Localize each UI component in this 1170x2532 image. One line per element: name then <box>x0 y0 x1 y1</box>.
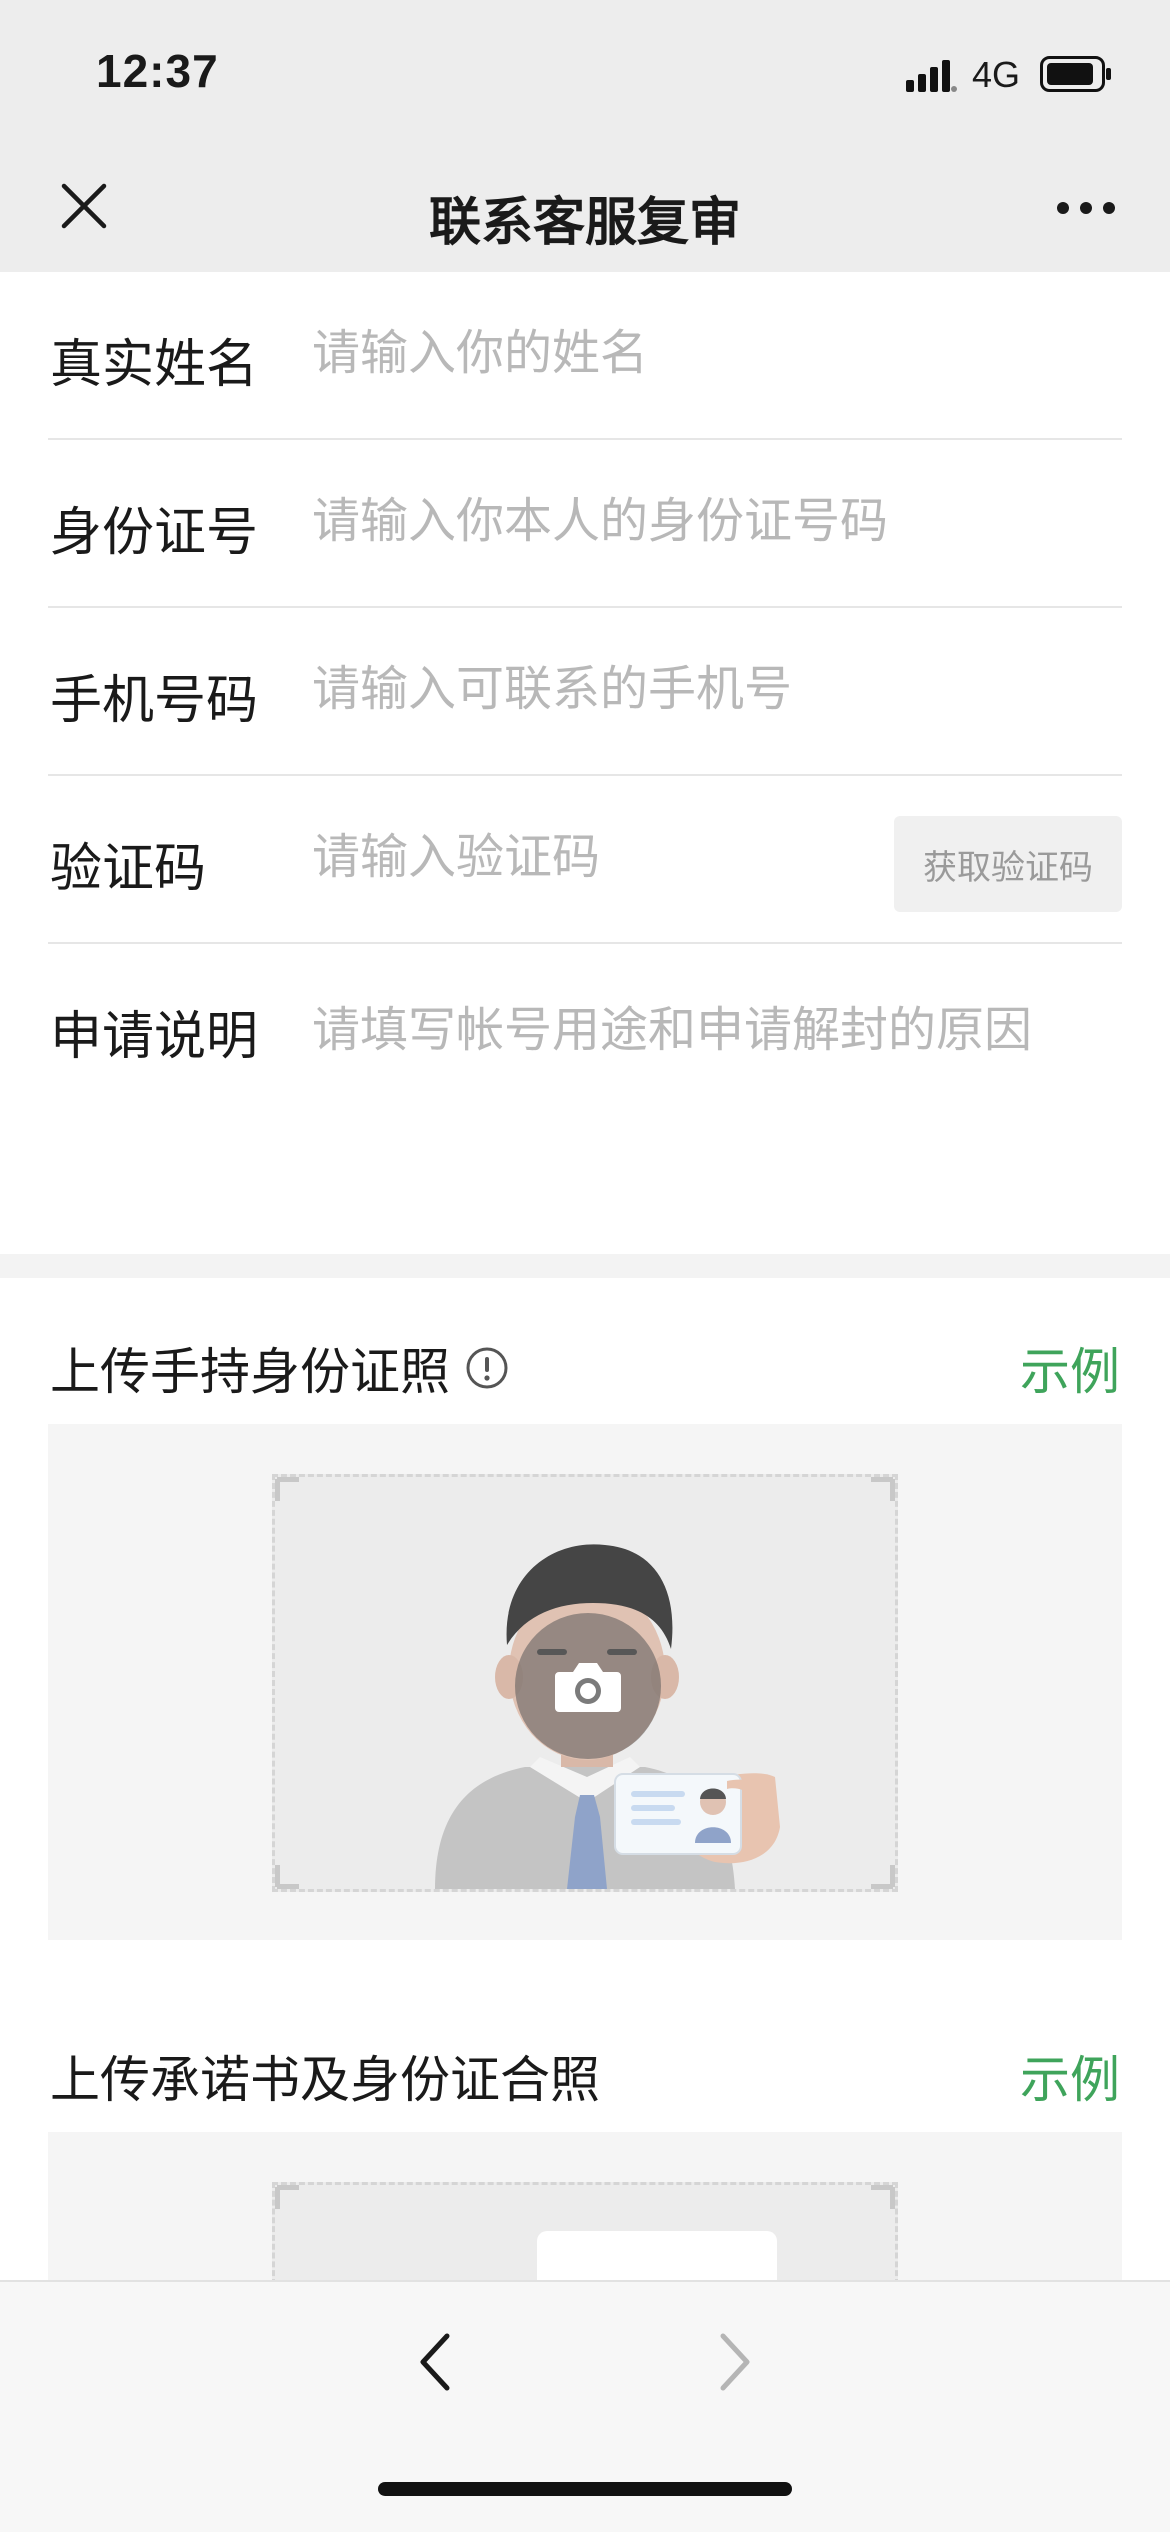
commitment-title: 上传承诺书及身份证合照 <box>50 2051 600 2109</box>
nav-bar: 联系客服复审 <box>0 140 1170 272</box>
phone-row: 手机号码 <box>48 608 1122 776</box>
battery-icon <box>1040 56 1111 92</box>
id-number-label: 身份证号 <box>50 503 259 563</box>
name-input[interactable] <box>312 318 932 388</box>
id-photo-section-title: 上传手持身份证照 <box>50 1332 510 1404</box>
get-code-button[interactable]: 获取验证码 <box>894 816 1122 912</box>
reason-textarea[interactable] <box>312 990 1132 1210</box>
more-icon <box>1057 202 1115 214</box>
camera-button[interactable] <box>515 1613 661 1759</box>
forward-button[interactable] <box>700 2322 770 2402</box>
id-photo-upload-area[interactable] <box>48 1424 1122 1940</box>
status-time: 12:37 <box>96 45 219 97</box>
commitment-section-title: 上传承诺书及身份证合照 <box>50 2040 600 2112</box>
status-bar: 12:37 4G <box>0 0 1170 140</box>
appeal-form: 真实姓名 身份证号 手机号码 验证码 获取验证码 申请说明 <box>0 272 1170 1254</box>
bottom-toolbar <box>0 2280 1170 2532</box>
network-label: 4G <box>972 54 1021 95</box>
phone-input[interactable] <box>312 654 932 724</box>
info-icon[interactable] <box>464 1345 510 1391</box>
chevron-left-icon <box>420 2333 450 2391</box>
home-indicator <box>378 2482 792 2496</box>
id-photo-example-link[interactable]: 示例 <box>1020 1332 1120 1404</box>
phone-label: 手机号码 <box>50 671 259 731</box>
code-input[interactable] <box>312 822 872 892</box>
section-divider <box>0 1254 1170 1278</box>
camera-icon <box>555 1663 621 1712</box>
id-photo-frame <box>272 1474 898 1892</box>
back-button[interactable] <box>400 2322 470 2402</box>
reason-label: 申请说明 <box>50 1007 259 1067</box>
id-number-row: 身份证号 <box>48 440 1122 608</box>
name-label: 真实姓名 <box>50 335 259 395</box>
commitment-letter-illustration <box>274 2184 896 2280</box>
id-number-input[interactable] <box>312 486 932 556</box>
chevron-right-icon <box>720 2333 750 2391</box>
name-row: 真实姓名 <box>48 272 1122 440</box>
page-title: 联系客服复审 <box>428 193 741 253</box>
commitment-frame <box>272 2182 898 2280</box>
id-photo-title: 上传手持身份证照 <box>50 1343 450 1401</box>
commitment-upload-area[interactable] <box>48 2132 1122 2280</box>
reason-row: 申请说明 <box>48 944 1132 1254</box>
code-row: 验证码 获取验证码 <box>48 776 1122 944</box>
more-button[interactable] <box>1046 180 1126 236</box>
signal-icon <box>906 60 957 92</box>
commitment-example-link[interactable]: 示例 <box>1020 2040 1120 2112</box>
code-label: 验证码 <box>50 839 207 899</box>
